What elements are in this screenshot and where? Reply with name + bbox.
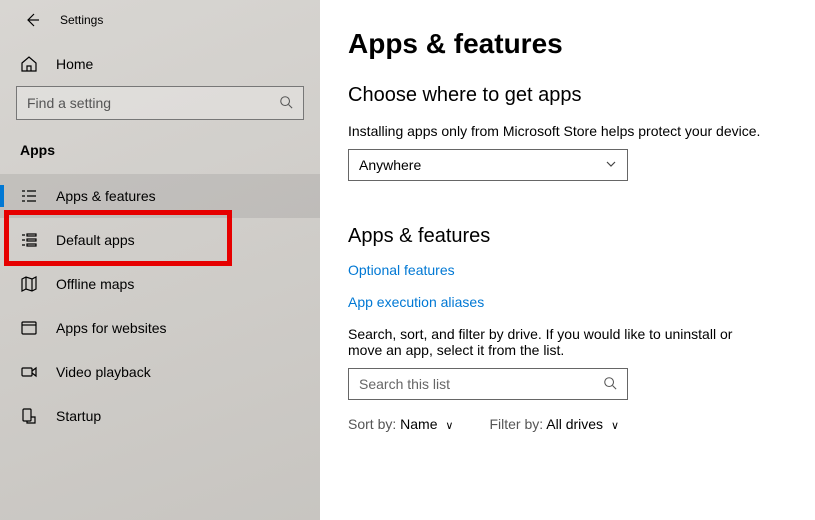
filter-label: Filter by: <box>489 416 543 432</box>
sidebar-item-label: Apps for websites <box>56 320 167 336</box>
apps-features-header: Apps & features <box>348 225 787 248</box>
settings-window: Settings Home Find a setting Apps Apps &… <box>0 0 815 520</box>
sort-label: Sort by: <box>348 416 396 432</box>
sidebar-item-video-playback[interactable]: Video playback <box>0 350 320 394</box>
chevron-down-icon: ∨ <box>611 420 619 432</box>
page-title: Apps & features <box>348 28 787 60</box>
video-playback-icon <box>20 363 38 381</box>
nav-home-label: Home <box>56 56 93 72</box>
choose-apps-desc: Installing apps only from Microsoft Stor… <box>348 123 787 139</box>
sidebar-item-startup[interactable]: Startup <box>0 394 320 438</box>
app-source-select[interactable]: Anywhere <box>348 149 628 181</box>
sort-value: Name <box>400 416 437 432</box>
apps-search-placeholder: Search this list <box>359 376 450 392</box>
settings-search[interactable]: Find a setting <box>16 86 304 120</box>
main-content: Apps & features Choose where to get apps… <box>320 0 815 520</box>
sidebar-item-label: Video playback <box>56 364 151 380</box>
sidebar: Settings Home Find a setting Apps Apps &… <box>0 0 320 520</box>
sidebar-item-default-apps[interactable]: Default apps <box>0 218 320 262</box>
choose-apps-header: Choose where to get apps <box>348 84 787 107</box>
startup-icon <box>20 407 38 425</box>
sidebar-item-apps-features[interactable]: Apps & features <box>0 174 320 218</box>
filter-value: All drives <box>546 416 603 432</box>
settings-search-placeholder: Find a setting <box>27 95 111 111</box>
window-title: Settings <box>60 13 103 27</box>
home-icon <box>20 55 38 73</box>
offline-maps-icon <box>20 275 38 293</box>
sort-by[interactable]: Sort by: Name ∨ <box>348 416 453 432</box>
selection-accent <box>0 185 4 207</box>
app-source-value: Anywhere <box>359 157 421 173</box>
sidebar-item-offline-maps[interactable]: Offline maps <box>0 262 320 306</box>
default-apps-icon <box>20 231 38 249</box>
sort-filter-row: Sort by: Name ∨ Filter by: All drives ∨ <box>348 416 787 432</box>
chevron-down-icon <box>605 158 617 173</box>
search-icon <box>279 95 293 112</box>
sidebar-item-apps-for-websites[interactable]: Apps for websites <box>0 306 320 350</box>
sidebar-item-label: Offline maps <box>56 276 134 292</box>
nav-home[interactable]: Home <box>0 42 320 86</box>
chevron-down-icon: ∨ <box>445 420 453 432</box>
apps-search-input[interactable]: Search this list <box>348 368 628 400</box>
filter-desc: Search, sort, and filter by drive. If yo… <box>348 326 758 358</box>
search-icon <box>603 376 617 393</box>
sidebar-item-label: Default apps <box>56 232 135 248</box>
category-header: Apps <box>0 132 320 174</box>
apps-features-icon <box>20 187 38 205</box>
sidebar-item-label: Startup <box>56 408 101 424</box>
optional-features-link[interactable]: Optional features <box>348 262 787 278</box>
apps-websites-icon <box>20 319 38 337</box>
back-icon[interactable] <box>24 12 40 28</box>
sidebar-item-label: Apps & features <box>56 188 156 204</box>
titlebar: Settings <box>0 12 320 42</box>
app-execution-aliases-link[interactable]: App execution aliases <box>348 294 787 310</box>
filter-by[interactable]: Filter by: All drives ∨ <box>489 416 619 432</box>
